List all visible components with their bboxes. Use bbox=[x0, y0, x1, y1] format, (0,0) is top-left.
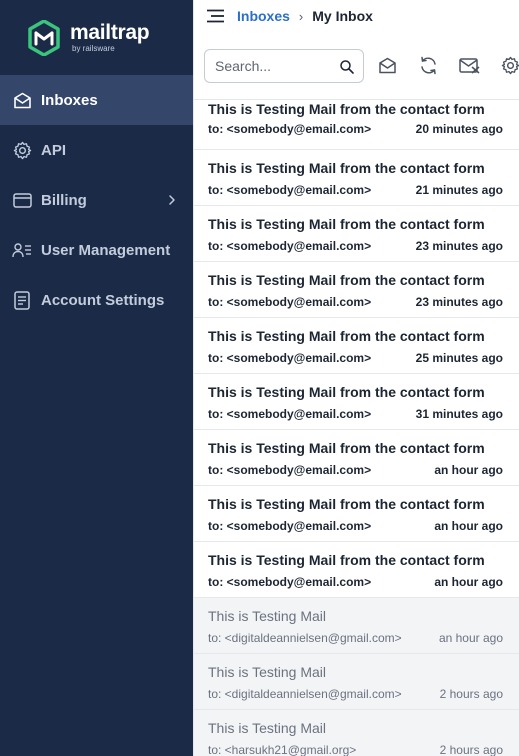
message-item[interactable]: This is Testing Mail from the contact fo… bbox=[194, 374, 519, 430]
message-item[interactable]: This is Testing Mail to: <harsukh21@gmail… bbox=[194, 710, 519, 756]
breadcrumb-separator: › bbox=[298, 8, 304, 24]
users-icon bbox=[12, 240, 32, 260]
message-recipient: to: <somebody@email.com> bbox=[208, 122, 372, 136]
message-recipient: to: <somebody@email.com> bbox=[208, 239, 372, 253]
document-icon bbox=[12, 290, 32, 310]
brand-name: mailtrap bbox=[70, 21, 150, 44]
message-time: 23 minutes ago bbox=[415, 239, 503, 253]
sidebar-item-api[interactable]: API bbox=[0, 125, 193, 175]
message-time: an hour ago bbox=[434, 463, 503, 477]
app-window: mailtrap by railsware Inboxes API Billin… bbox=[0, 0, 519, 756]
message-recipient: to: <digitaldeannielsen@gmail.com> bbox=[208, 687, 402, 701]
chevron-right-icon bbox=[169, 195, 175, 205]
message-time: an hour ago bbox=[434, 519, 503, 533]
refresh-icon bbox=[420, 56, 436, 75]
message-time: 20 minutes ago bbox=[415, 122, 503, 136]
message-subject: This is Testing Mail from the contact fo… bbox=[208, 101, 485, 117]
sidebar-item-label: Account Settings bbox=[41, 291, 165, 309]
breadcrumb-current: My Inbox bbox=[312, 8, 373, 24]
message-recipient: to: <digitaldeannielsen@gmail.com> bbox=[208, 631, 402, 645]
inbox-toolbar bbox=[194, 32, 519, 100]
breadcrumb-inboxes-link[interactable]: Inboxes bbox=[237, 8, 290, 24]
sidebar-item-label: Billing bbox=[41, 191, 87, 209]
sidebar-item-account-settings[interactable]: Account Settings bbox=[0, 275, 193, 325]
message-item[interactable]: This is Testing Mail to: <digitaldeanniel… bbox=[194, 654, 519, 710]
message-time: 23 minutes ago bbox=[415, 295, 503, 309]
sidebar-item-billing[interactable]: Billing bbox=[0, 175, 193, 225]
clear-inbox-button[interactable] bbox=[458, 55, 480, 77]
message-item[interactable]: This is Testing Mail from the contact fo… bbox=[194, 101, 519, 150]
message-recipient: to: <somebody@email.com> bbox=[208, 463, 372, 477]
message-item[interactable]: This is Testing Mail from the contact fo… bbox=[194, 150, 519, 206]
mailtrap-logo-icon bbox=[28, 19, 60, 56]
sidebar-item-inboxes[interactable]: Inboxes bbox=[0, 75, 193, 125]
sidebar-item-label: Inboxes bbox=[41, 91, 98, 109]
message-subject: This is Testing Mail from the contact fo… bbox=[208, 496, 485, 512]
message-subject: This is Testing Mail from the contact fo… bbox=[208, 328, 485, 344]
menu-toggle-icon[interactable] bbox=[207, 9, 224, 23]
main-panel: Inboxes › My Inbox This is Testing Mail … bbox=[193, 0, 519, 756]
sidebar-item-label: User Management bbox=[41, 241, 171, 259]
message-item[interactable]: This is Testing Mail from the contact fo… bbox=[194, 262, 519, 318]
message-subject: This is Testing Mail bbox=[208, 664, 327, 680]
message-recipient: to: <somebody@email.com> bbox=[208, 407, 372, 421]
message-recipient: to: <somebody@email.com> bbox=[208, 575, 372, 589]
sidebar-item-label: API bbox=[41, 141, 67, 159]
search-icon[interactable] bbox=[339, 59, 355, 75]
message-subject: This is Testing Mail from the contact fo… bbox=[208, 440, 485, 456]
message-item[interactable]: This is Testing Mail from the contact fo… bbox=[194, 486, 519, 542]
gear-icon bbox=[12, 140, 32, 160]
message-time: 31 minutes ago bbox=[415, 407, 503, 421]
message-subject: This is Testing Mail from the contact fo… bbox=[208, 272, 485, 288]
message-item[interactable]: This is Testing Mail from the contact fo… bbox=[194, 206, 519, 262]
card-icon bbox=[12, 190, 32, 210]
refresh-button[interactable] bbox=[417, 55, 439, 77]
message-time: 2 hours ago bbox=[439, 687, 503, 701]
message-list: This is Testing Mail from the contact fo… bbox=[194, 101, 519, 756]
message-subject: This is Testing Mail from the contact fo… bbox=[208, 552, 485, 568]
message-recipient: to: <somebody@email.com> bbox=[208, 183, 372, 197]
message-subject: This is Testing Mail bbox=[208, 720, 327, 736]
message-subject: This is Testing Mail from the contact fo… bbox=[208, 216, 485, 232]
message-item[interactable]: This is Testing Mail from the contact fo… bbox=[194, 542, 519, 598]
message-time: 21 minutes ago bbox=[415, 183, 503, 197]
message-item[interactable]: This is Testing Mail from the contact fo… bbox=[194, 318, 519, 374]
brand-sub: by railsware bbox=[72, 44, 115, 53]
inbox-settings-button[interactable] bbox=[499, 55, 519, 77]
breadcrumb: Inboxes › My Inbox bbox=[194, 0, 519, 32]
message-recipient: to: <somebody@email.com> bbox=[208, 351, 372, 365]
message-time: an hour ago bbox=[434, 575, 503, 589]
gear-icon bbox=[501, 56, 519, 75]
sidebar-nav: Inboxes API Billing User Management Acco… bbox=[0, 75, 193, 325]
envelope-open-icon bbox=[378, 57, 396, 74]
message-time: 25 minutes ago bbox=[415, 351, 503, 365]
envelope-clear-icon bbox=[458, 58, 479, 74]
message-recipient: to: <harsukh21@gmail.org> bbox=[208, 743, 357, 756]
search-box bbox=[204, 48, 364, 83]
sidebar-item-user-management[interactable]: User Management bbox=[0, 225, 193, 275]
message-item[interactable]: This is Testing Mail to: <digitaldeanniel… bbox=[194, 598, 519, 654]
inbox-icon bbox=[12, 90, 32, 110]
search-input[interactable] bbox=[215, 57, 335, 74]
message-subject: This is Testing Mail from the contact fo… bbox=[208, 384, 485, 400]
sidebar: mailtrap by railsware Inboxes API Billin… bbox=[0, 0, 193, 756]
message-subject: This is Testing Mail bbox=[208, 608, 327, 624]
message-recipient: to: <somebody@email.com> bbox=[208, 295, 372, 309]
mark-read-button[interactable] bbox=[376, 55, 398, 77]
message-recipient: to: <somebody@email.com> bbox=[208, 519, 372, 533]
message-time: an hour ago bbox=[438, 631, 503, 645]
message-subject: This is Testing Mail from the contact fo… bbox=[208, 160, 485, 176]
logo[interactable]: mailtrap by railsware bbox=[0, 0, 193, 75]
message-time: 2 hours ago bbox=[439, 743, 503, 756]
message-item[interactable]: This is Testing Mail from the contact fo… bbox=[194, 430, 519, 486]
